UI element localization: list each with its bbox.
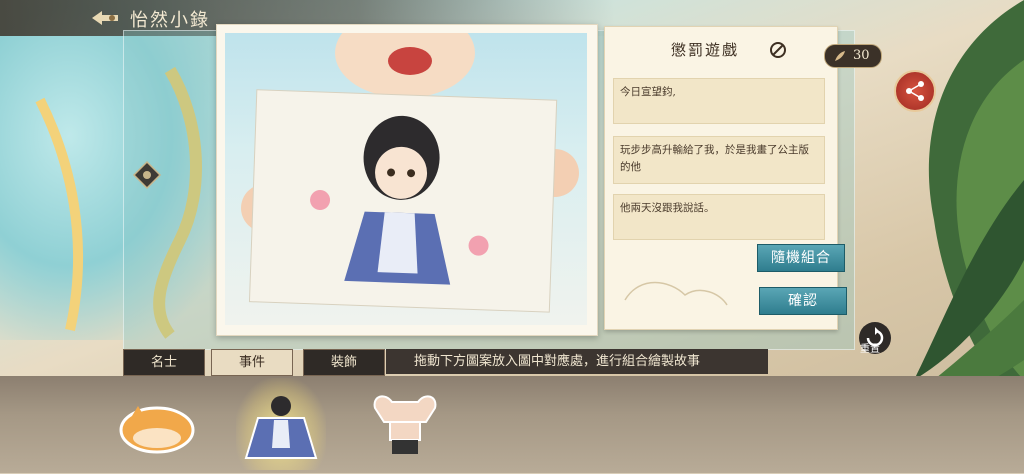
random-combination-button[interactable]: 隨機組合 bbox=[757, 244, 845, 272]
back-arrow-icon[interactable] bbox=[88, 7, 122, 29]
share-button[interactable] bbox=[894, 70, 936, 112]
tab-decorations[interactable]: 裝飾 bbox=[303, 349, 385, 376]
princess-figure-icon bbox=[244, 396, 318, 459]
prohibited-icon bbox=[770, 42, 786, 58]
cat-sketch-decoration bbox=[624, 281, 728, 306]
page-title: 怡然小錄 bbox=[130, 10, 210, 31]
share-icon bbox=[906, 81, 924, 101]
muscle-figure-icon bbox=[373, 395, 437, 454]
princess-figure-sticker[interactable] bbox=[236, 378, 326, 470]
quill-icon bbox=[835, 51, 845, 61]
story-picture bbox=[225, 33, 587, 325]
story-illustration bbox=[241, 33, 579, 313]
quill-counter: 30 bbox=[824, 44, 882, 68]
story-note-panel: 懲罰遊戲 今日宣望鈞, 玩步步高升輸給了我，於是我畫了公主版的他 他兩天沒跟我說… bbox=[604, 26, 838, 330]
quill-count: 30 bbox=[853, 48, 870, 63]
tab-events[interactable]: 事件 bbox=[211, 349, 293, 376]
muscle-figure-sticker[interactable] bbox=[360, 378, 450, 470]
sleeping-cat-icon bbox=[119, 406, 195, 454]
story-picture-frame bbox=[216, 24, 598, 336]
instruction-hint: 拖動下方圖案放入圖中對應處，進行組合繪製故事 bbox=[386, 349, 768, 374]
note-line: 他兩天沒跟我說話。 bbox=[613, 194, 825, 240]
tab-notable[interactable]: 名士 bbox=[123, 349, 205, 376]
reset-label: 重置 bbox=[860, 344, 880, 355]
sleeping-cat-sticker[interactable] bbox=[112, 378, 202, 470]
confirm-button[interactable]: 確認 bbox=[759, 287, 847, 315]
note-line: 今日宣望鈞, bbox=[613, 78, 825, 124]
page-marker-icon bbox=[132, 160, 162, 190]
note-line: 玩步步高升輸給了我，於是我畫了公主版的他 bbox=[613, 136, 825, 184]
